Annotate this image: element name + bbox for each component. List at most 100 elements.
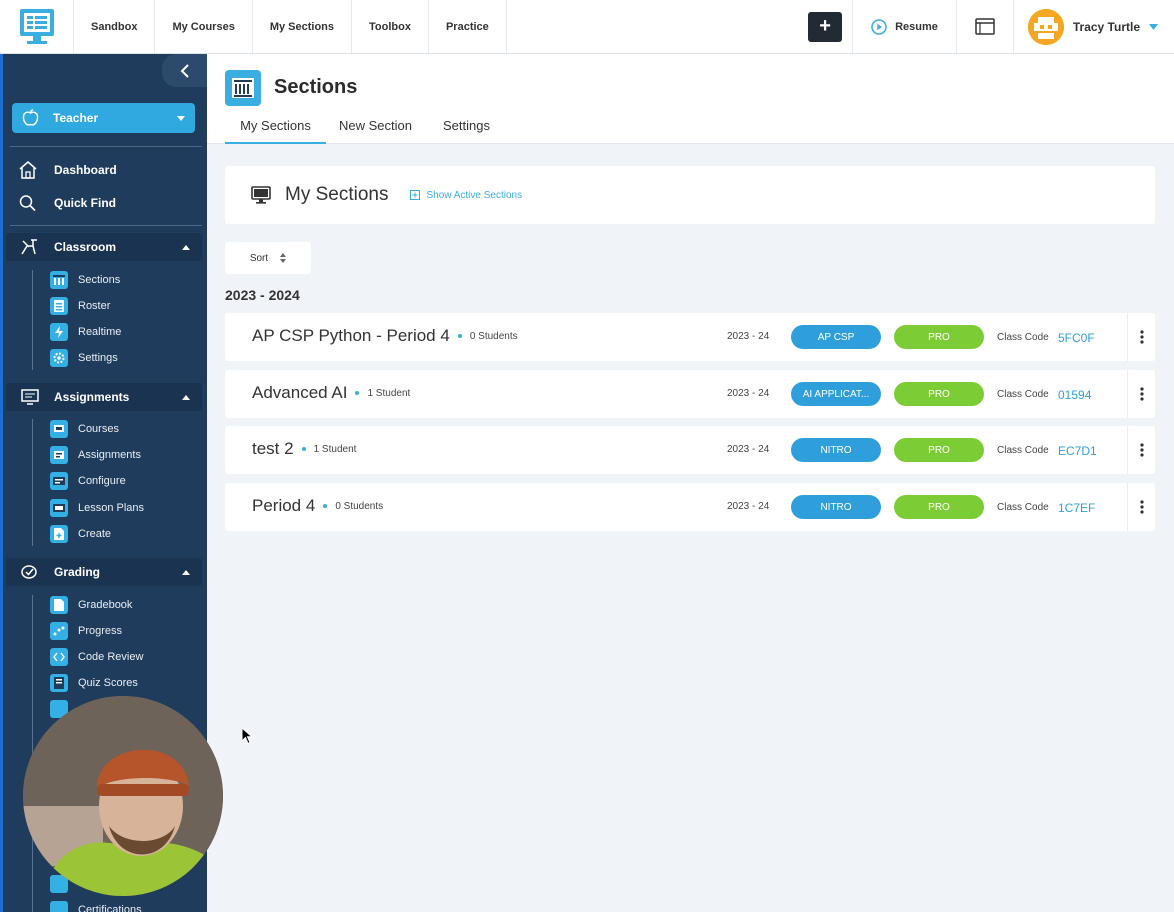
more-options-button[interactable] [1127,313,1155,361]
tier-badge: PRO [894,382,984,406]
webcam-overlay [23,696,223,896]
sort-button[interactable]: Sort [225,242,311,274]
student-count: 0 Students [469,330,518,342]
caret-up-icon [182,394,190,400]
tab-my-sections[interactable]: My Sections [225,118,326,144]
sidebar-item-quick-find[interactable]: Quick Find [18,192,116,214]
monitor-icon [251,186,271,204]
caret-down-icon [177,115,185,121]
tab-settings[interactable]: Settings [443,118,490,144]
resume-button[interactable]: Resume [852,0,956,53]
create-document-icon [50,525,68,543]
more-options-button[interactable] [1127,426,1155,474]
class-code-label: Class Code [997,332,1049,343]
sidebar-item-quiz-scores[interactable]: Quiz Scores [50,673,138,693]
section-row[interactable]: Advanced AI 1 Student 2023 - 24 AI APPLIC… [225,370,1155,418]
page-title: Sections [274,76,358,98]
section-name[interactable]: Period 4 [252,496,315,516]
user-menu[interactable]: Tracy Turtle [1014,0,1174,53]
group-grading[interactable]: Grading [6,558,202,586]
show-active-label: Show Active Sections [426,189,523,201]
card-title: My Sections [285,184,389,205]
codehs-logo[interactable] [0,0,74,53]
divider [10,225,202,226]
more-options-button[interactable] [1127,370,1155,418]
play-circle-icon [871,18,887,35]
sidebar-item-settings[interactable]: Settings [50,348,118,368]
nav-my-courses[interactable]: My Courses [155,0,253,53]
presenter-video-icon [23,696,223,896]
section-name[interactable]: Advanced AI [252,383,347,403]
tab-new-section[interactable]: New Section [339,118,412,144]
class-code[interactable]: EC7D1 [1058,444,1097,458]
sidebar-item-gradebook[interactable]: Gradebook [50,595,132,615]
class-code[interactable]: 5FC0F [1058,331,1095,345]
pixel-avatar-icon [1027,8,1064,45]
more-options-button[interactable] [1127,483,1155,531]
add-button[interactable]: + [808,11,843,42]
sidebar-item-code-review[interactable]: Code Review [50,647,143,667]
nav-toolbox[interactable]: Toolbox [352,0,429,53]
sort-icon [280,253,287,263]
section-term: 2023 - 24 [727,444,770,455]
course-badge[interactable]: AI APPLICAT... [791,382,881,406]
section-row[interactable]: AP CSP Python - Period 4 0 Students 2023 … [225,313,1155,361]
section-row[interactable]: test 2 1 Student 2023 - 24 NITRO PRO Clas… [225,426,1155,474]
classroom-icon [21,239,37,255]
sidebar-item-realtime[interactable]: Realtime [50,322,121,342]
class-code-label: Class Code [997,389,1049,400]
sidebar-item-sections[interactable]: Sections [50,270,120,290]
section-row[interactable]: Period 4 0 Students 2023 - 24 NITRO PRO C… [225,483,1155,531]
tier-badge: PRO [894,495,984,519]
sections-icon [50,271,68,289]
sidebar-item-courses[interactable]: Courses [50,419,119,439]
sidebar-item-label: Code Review [78,651,144,663]
course-badge[interactable]: AP CSP [791,325,881,349]
sidebar-item-dashboard[interactable]: Dashboard [18,159,117,181]
group-classroom[interactable]: Classroom [6,233,202,261]
kebab-menu-icon [1139,387,1144,401]
sidebar-item-label: Roster [78,300,111,312]
sidebar-item-create[interactable]: Create [50,524,111,544]
window-button[interactable] [955,0,1014,53]
class-code[interactable]: 1C7EF [1058,501,1095,515]
roster-icon [50,297,68,315]
group-label: Assignments [54,390,130,404]
nav-sandbox[interactable]: Sandbox [74,0,156,53]
sidebar-item-label: Realtime [78,326,122,338]
dot [323,504,328,508]
sidebar-item-label: Courses [78,423,119,435]
nav-my-sections[interactable]: My Sections [253,0,352,53]
sidebar-item-progress[interactable]: Progress [50,621,122,641]
group-assignments[interactable]: Assignments [6,383,202,411]
page-header: Sections My Sections New Section Setting… [207,54,1174,144]
sidebar-item-label: Progress [78,625,123,637]
sidebar-item-label: Create [78,528,112,540]
sidebar-item-label: Settings [78,352,118,364]
course-badge[interactable]: NITRO [791,438,881,462]
student-count: 1 Student [367,387,411,399]
sidebar-item-configure[interactable]: Configure [50,471,126,491]
role-label: Teacher [53,111,99,125]
quiz-icon [50,674,68,692]
class-code[interactable]: 01594 [1058,388,1091,402]
section-name[interactable]: AP CSP Python - Period 4 [252,326,450,346]
show-active-sections-link[interactable]: Show Active Sections [410,190,522,201]
sidebar-item-certifications[interactable]: Certifications [50,900,142,912]
group-label: Grading [54,565,101,579]
sidebar-item-label: Dashboard [54,163,117,177]
sidebar-item-assignments[interactable]: Assignments [50,445,141,465]
role-select[interactable]: Teacher [12,103,195,133]
kebab-menu-icon [1139,500,1144,514]
sidebar-item-roster[interactable]: Roster [50,296,110,316]
chevron-left-icon [180,63,189,78]
collapse-sidebar-button[interactable] [162,54,207,87]
grading-icon [21,565,37,579]
sections-icon [225,70,261,106]
user-name: Tracy Turtle [1072,19,1140,34]
sidebar-item-lesson-plans[interactable]: Lesson Plans [50,498,144,518]
section-name[interactable]: test 2 [252,439,294,459]
course-badge[interactable]: NITRO [791,495,881,519]
nav-practice[interactable]: Practice [429,0,507,53]
top-navigation: Sandbox My Courses My Sections Toolbox P… [0,0,1174,54]
